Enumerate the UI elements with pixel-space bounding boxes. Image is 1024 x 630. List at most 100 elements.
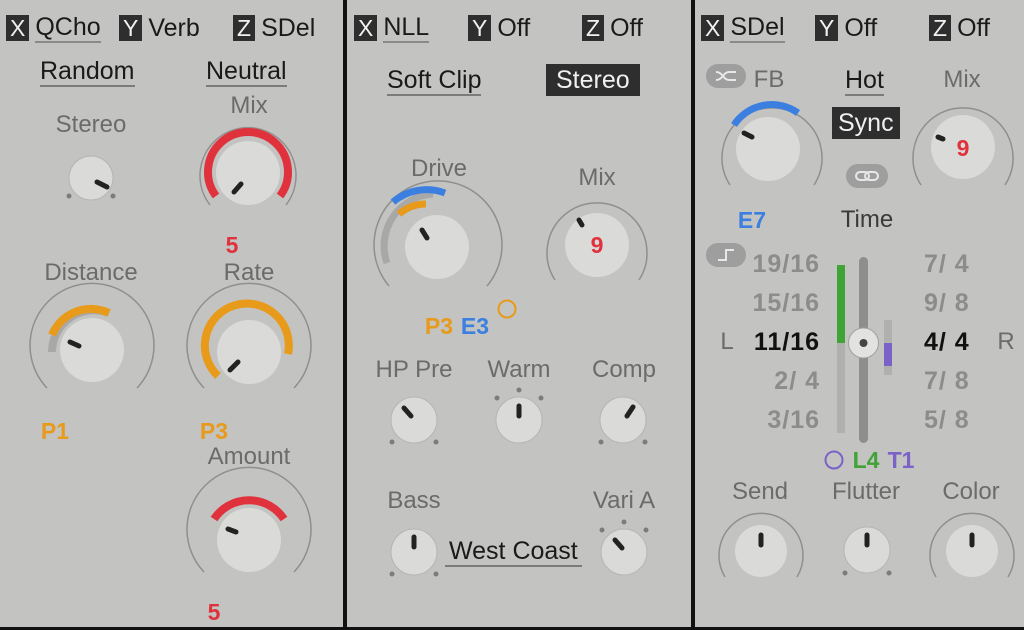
slot-x-name[interactable]: NLL — [383, 13, 430, 43]
amount-value: 5 — [207, 599, 221, 625]
slot-z-badge: Z — [929, 15, 952, 41]
slot-z[interactable]: Z Off — [929, 14, 990, 42]
mode-neutral[interactable]: Neutral — [206, 57, 287, 87]
panel-distortion: X NLL Y Off Z Off Soft Clip Stereo Drive… — [347, 0, 691, 627]
slot-z-badge: Z — [582, 15, 605, 41]
panel-chorus: X QCho Y Verb Z SDel Random Neutral Ster… — [0, 0, 343, 627]
slot-y[interactable]: Y Off — [468, 14, 530, 42]
slot-z[interactable]: Z SDel — [233, 14, 315, 42]
left-ratio-3[interactable]: 2/ 4 — [750, 367, 820, 396]
slot-y-name[interactable]: Off — [844, 14, 877, 43]
time-label: Time — [840, 206, 894, 233]
slot-x[interactable]: X NLL — [354, 13, 430, 43]
mix-knob[interactable] — [192, 120, 304, 220]
mode-soft-clip[interactable]: Soft Clip — [387, 66, 482, 96]
distance-knob[interactable] — [27, 282, 157, 400]
left-ratio-selected[interactable]: 11/16 — [750, 328, 820, 357]
right-ratio-3[interactable]: 7/ 8 — [924, 367, 994, 396]
stereo-knob[interactable] — [61, 150, 121, 201]
drive-p-value: P3 — [424, 313, 454, 339]
right-ratio-0[interactable]: 7/ 4 — [924, 250, 994, 279]
slot-y-badge: Y — [815, 15, 839, 41]
color-label: Color — [942, 478, 1000, 505]
left-ratio-0[interactable]: 19/16 — [750, 250, 820, 279]
stereo-label: Stereo — [55, 111, 127, 138]
bass-label: Bass — [387, 487, 441, 514]
slot-x-name[interactable]: SDel — [730, 13, 785, 43]
right-ratio-selected[interactable]: 4/ 4 — [924, 328, 994, 357]
slot-z-name[interactable]: Off — [610, 14, 643, 43]
sync-button[interactable]: Sync — [832, 107, 900, 139]
slot-x-name[interactable]: QCho — [35, 13, 101, 43]
slot-y-badge: Y — [119, 15, 143, 41]
bass-knob[interactable] — [384, 522, 444, 580]
left-channel-label: L — [720, 328, 734, 355]
mod-ring-icon[interactable] — [823, 449, 845, 471]
warm-label: Warm — [487, 356, 551, 383]
slot-z-name[interactable]: Off — [957, 14, 990, 43]
hp-pre-knob[interactable] — [384, 390, 444, 448]
link-icon — [855, 171, 879, 181]
mix-label: Mix — [943, 66, 981, 93]
drive-label: Drive — [410, 155, 468, 182]
step-icon — [718, 249, 734, 261]
slot-y-name[interactable]: Off — [497, 14, 530, 43]
right-ratio-4[interactable]: 5/ 8 — [924, 406, 994, 435]
comp-knob[interactable] — [593, 390, 653, 448]
slot-x[interactable]: X SDel — [701, 13, 785, 43]
left-ratio-4[interactable]: 3/16 — [750, 406, 820, 435]
left-level-bar — [837, 265, 845, 343]
slot-y[interactable]: Y Off — [815, 14, 877, 42]
drive-knob[interactable] — [371, 180, 506, 300]
slot-x-badge: X — [354, 15, 378, 41]
mix-label: Mix — [230, 92, 268, 119]
color-knob[interactable] — [926, 505, 1018, 585]
rate-value: P3 — [199, 418, 229, 444]
fb-label: FB — [753, 66, 785, 93]
slot-y-badge: Y — [468, 15, 492, 41]
mode-random[interactable]: Random — [40, 57, 135, 87]
drive-e-value: E3 — [460, 313, 490, 339]
fb-knob[interactable] — [716, 97, 828, 197]
right-level-bar — [884, 343, 892, 366]
slot-z-badge: Z — [233, 15, 256, 41]
stereo-button[interactable]: Stereo — [546, 64, 640, 96]
mix-value: 5 — [225, 232, 239, 258]
fb-value: E7 — [737, 207, 767, 233]
mod-ring-icon[interactable] — [496, 298, 518, 320]
flutter-label: Flutter — [831, 478, 901, 505]
hp-pre-label: HP Pre — [375, 356, 453, 383]
panel-delay: X SDel Y Off Z Off FB E7 Hot Sync Time M… — [695, 0, 1024, 627]
step-toggle[interactable] — [706, 243, 746, 267]
send-knob[interactable] — [715, 505, 807, 585]
slot-z-name[interactable]: SDel — [261, 14, 315, 43]
mix-label: Mix — [578, 164, 616, 191]
vari-a-label: Vari A — [592, 487, 656, 514]
distance-value: P1 — [40, 418, 70, 444]
mode-hot[interactable]: Hot — [845, 66, 884, 96]
mix-value: 9 — [590, 232, 604, 258]
right-channel-label: R — [997, 328, 1015, 355]
t-mod-value: T1 — [887, 447, 915, 473]
flutter-knob[interactable] — [836, 522, 898, 580]
slot-x[interactable]: X QCho — [6, 13, 101, 43]
left-ratio-1[interactable]: 15/16 — [750, 289, 820, 318]
time-slider[interactable] — [831, 255, 901, 450]
mix-value: 9 — [956, 135, 970, 161]
slot-y[interactable]: Y Verb — [119, 14, 200, 42]
send-label: Send — [731, 478, 789, 505]
crossover-icon — [715, 71, 736, 81]
character-west-coast[interactable]: West Coast — [445, 537, 582, 567]
vari-a-knob[interactable] — [593, 517, 655, 579]
slot-x-badge: X — [701, 15, 725, 41]
right-ratio-1[interactable]: 9/ 8 — [924, 289, 994, 318]
ping-pong-toggle[interactable] — [706, 64, 746, 88]
l-mod-value: L4 — [852, 447, 880, 473]
slot-z[interactable]: Z Off — [582, 14, 643, 42]
comp-label: Comp — [591, 356, 657, 383]
slot-y-name[interactable]: Verb — [148, 14, 199, 43]
link-toggle[interactable] — [846, 164, 888, 188]
rate-knob[interactable] — [184, 282, 314, 400]
amount-knob[interactable] — [184, 466, 314, 587]
warm-knob[interactable] — [488, 385, 550, 447]
